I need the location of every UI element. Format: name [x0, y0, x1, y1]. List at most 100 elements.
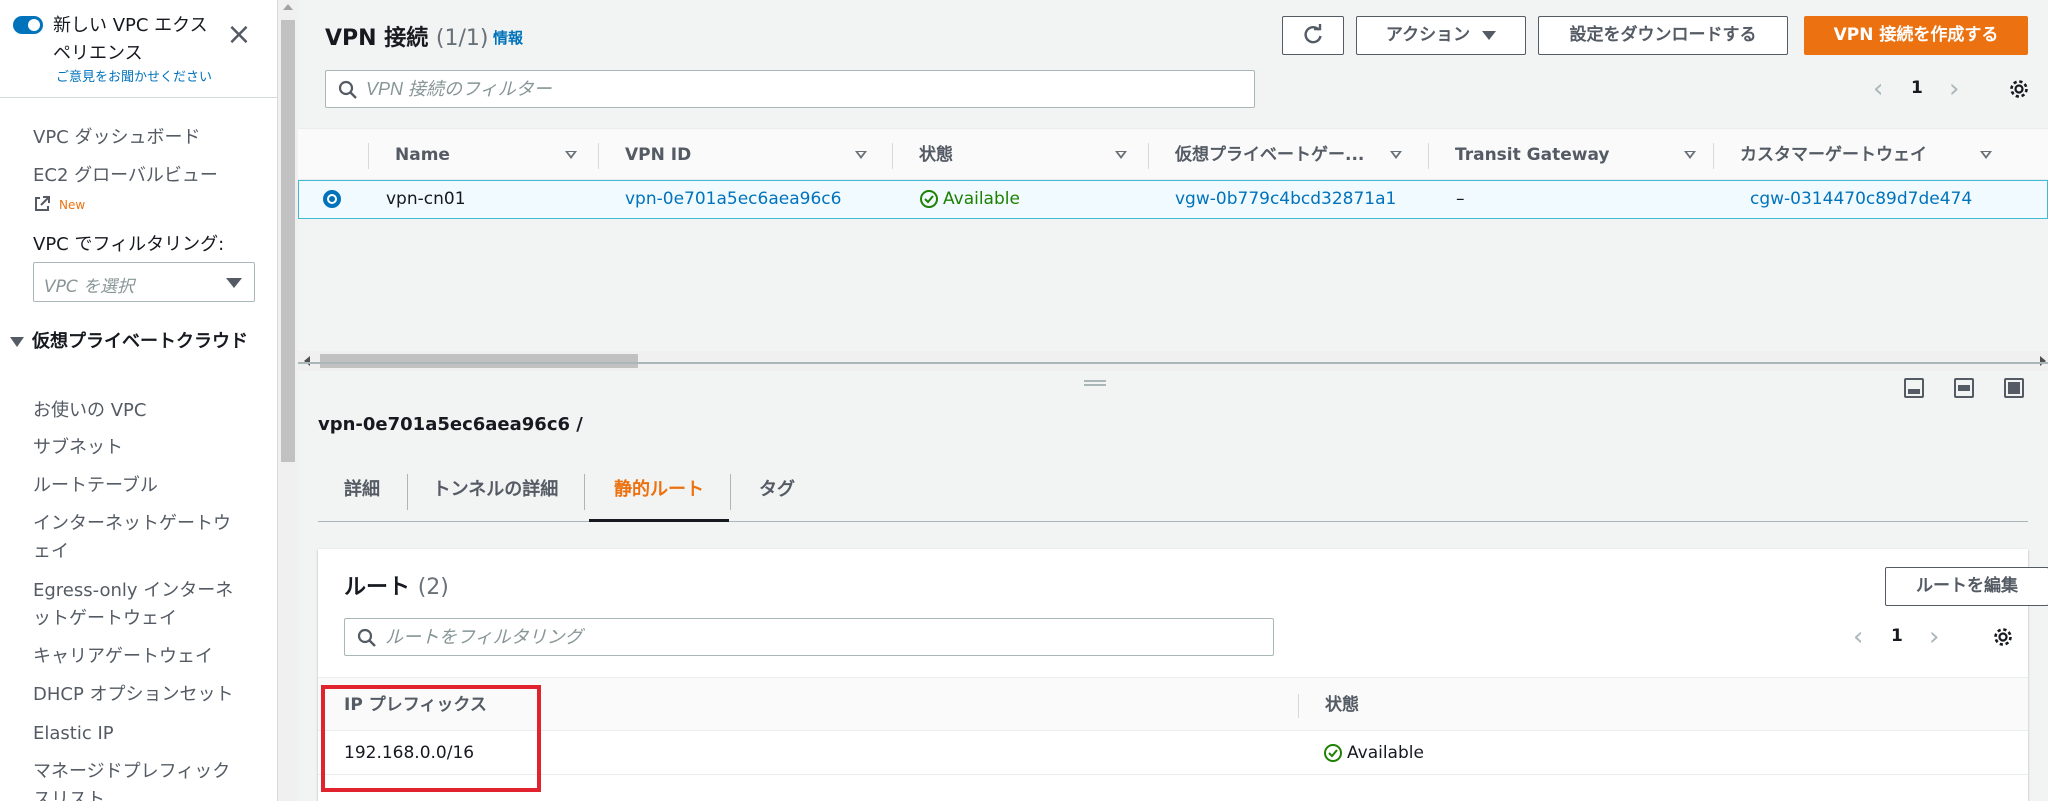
- sidebar-header: 新しい VPC エクスペリエンス ご意見をお聞かせください ×: [0, 0, 277, 98]
- sidebar-item-managed-prefix-lists[interactable]: マネージドプレフィックスリスト: [33, 758, 243, 801]
- download-config-button[interactable]: 設定をダウンロードする: [1538, 16, 1788, 55]
- vpc-select[interactable]: VPC を選択: [33, 262, 255, 302]
- sidebar-item-your-vpcs[interactable]: お使いの VPC: [33, 397, 243, 425]
- detail-tabs: 詳細 トンネルの詳細 静的ルート タグ: [318, 462, 2028, 522]
- column-header-customer-gateway[interactable]: カスタマーゲートウェイ: [1740, 129, 2010, 181]
- sidebar-item-ec2-global-view[interactable]: EC2 グローバルビュー New: [33, 162, 243, 219]
- cell-name: vpn-cn01: [386, 189, 466, 209]
- sidebar-item-route-tables[interactable]: ルートテーブル: [33, 472, 243, 500]
- next-page-icon[interactable]: ›: [1949, 74, 1959, 104]
- tab-divider: [730, 474, 731, 510]
- sidebar-section-title: 仮想プライベートクラウド: [32, 331, 248, 352]
- feedback-link[interactable]: ご意見をお聞かせください: [56, 66, 212, 85]
- sidebar-item-carrier-gateways[interactable]: キャリアゲートウェイ: [33, 643, 243, 671]
- scroll-right-icon[interactable]: [2040, 356, 2046, 366]
- table-row: 192.168.0.0/16 Available: [318, 731, 2028, 775]
- column-header-state[interactable]: 状態: [1325, 678, 1359, 732]
- tab-divider: [584, 474, 585, 510]
- cell-transit-gateway: –: [1456, 189, 1465, 209]
- cell-vpn-id-link[interactable]: vpn-0e701a5ec6aea96c6: [625, 181, 841, 218]
- sidebar-item-elastic-ip[interactable]: Elastic IP: [33, 720, 243, 748]
- tab-tags[interactable]: タグ: [732, 462, 822, 522]
- split-full-icon[interactable]: [2004, 378, 2024, 398]
- drag-handle-icon[interactable]: [1084, 380, 1106, 386]
- main-content: VPN 接続 (1/1) 情報 アクション 設定をダウンロードする VPN 接続…: [298, 0, 2048, 801]
- table-row[interactable]: vpn-cn01 vpn-0e701a5ec6aea96c6 Available…: [298, 180, 2048, 219]
- page-title: VPN 接続 (1/1): [325, 20, 488, 52]
- prev-page-icon[interactable]: ‹: [1853, 622, 1863, 652]
- edit-routes-button[interactable]: ルートを編集: [1885, 567, 2048, 606]
- column-header-transit-gateway[interactable]: Transit Gateway: [1455, 129, 1705, 181]
- gear-icon[interactable]: [2008, 78, 2030, 100]
- sort-icon: [1390, 151, 1402, 159]
- close-icon[interactable]: ×: [224, 20, 254, 50]
- tab-static-routes[interactable]: 静的ルート: [589, 462, 729, 522]
- routes-filter-input[interactable]: [385, 625, 1263, 649]
- split-middle-icon[interactable]: [1954, 378, 1974, 398]
- routes-count: (2): [417, 575, 449, 600]
- title-text: VPN 接続: [325, 26, 429, 51]
- sidebar-scrollbar[interactable]: [278, 0, 298, 801]
- routes-table-header: IP プレフィックス 状態: [318, 677, 2028, 731]
- vpn-filter-search[interactable]: [325, 70, 1255, 108]
- column-header-state[interactable]: 状態: [919, 129, 1149, 181]
- column-label: VPN ID: [625, 145, 692, 165]
- column-label: Transit Gateway: [1455, 145, 1610, 165]
- cell-route-state: Available: [1323, 731, 1424, 775]
- cell-state-text: Available: [1347, 743, 1424, 763]
- split-panel-divider[interactable]: [298, 362, 2048, 364]
- collapse-caret-icon: [10, 337, 24, 347]
- page-number[interactable]: 1: [1891, 626, 1903, 646]
- page-number[interactable]: 1: [1911, 78, 1923, 98]
- column-header-vgw[interactable]: 仮想プライベートゲー...: [1175, 129, 1415, 181]
- sidebar-section-vpc[interactable]: 仮想プライベートクラウド: [10, 328, 250, 356]
- cell-cgw-link[interactable]: cgw-0314470c89d7de474: [1750, 181, 1972, 218]
- sidebar-item-egress-only-igw[interactable]: Egress-only インターネットゲートウェイ: [33, 577, 243, 633]
- scroll-up-icon[interactable]: [283, 4, 293, 10]
- tab-details[interactable]: 詳細: [318, 462, 406, 522]
- info-link[interactable]: 情報: [493, 27, 523, 48]
- cell-state-text: Available: [943, 189, 1020, 209]
- split-bottom-icon[interactable]: [1904, 378, 1924, 398]
- vpn-filter-input[interactable]: [366, 77, 1244, 101]
- column-label: 状態: [919, 145, 953, 165]
- sidebar-item-subnets[interactable]: サブネット: [33, 434, 243, 462]
- search-icon: [338, 80, 357, 99]
- column-label: Name: [395, 145, 450, 165]
- column-divider: [598, 143, 599, 169]
- column-divider: [1428, 143, 1429, 169]
- row-select-radio[interactable]: [323, 190, 341, 208]
- prev-page-icon[interactable]: ‹: [1873, 74, 1883, 104]
- create-vpn-connection-button[interactable]: VPN 接続を作成する: [1804, 16, 2028, 55]
- sidebar-item-dhcp-options[interactable]: DHCP オプションセット: [33, 681, 243, 709]
- column-label: 仮想プライベートゲー...: [1175, 145, 1365, 165]
- column-header-name[interactable]: Name: [395, 129, 595, 181]
- scroll-left-icon[interactable]: [304, 356, 310, 366]
- table-horizontal-scrollbar[interactable]: [298, 351, 2048, 371]
- refresh-icon: [1304, 24, 1322, 44]
- new-experience-toggle[interactable]: [13, 16, 43, 34]
- column-label: カスタマーゲートウェイ: [1740, 145, 1927, 165]
- routes-filter-search[interactable]: [344, 618, 1274, 656]
- actions-label: アクション: [1385, 25, 1471, 45]
- vpn-connections-panel: VPN 接続 (1/1) 情報 アクション 設定をダウンロードする VPN 接続…: [298, 0, 2048, 371]
- cell-vgw-link[interactable]: vgw-0b779c4bcd32871a1: [1175, 181, 1396, 218]
- actions-button[interactable]: アクション: [1356, 16, 1526, 55]
- check-circle-icon: [1324, 744, 1342, 762]
- column-header-vpn-id[interactable]: VPN ID: [625, 129, 885, 181]
- refresh-button[interactable]: [1282, 16, 1344, 55]
- new-badge: New: [59, 198, 86, 212]
- sort-icon: [1980, 151, 1992, 159]
- vpc-filter-label: VPC でフィルタリング:: [33, 234, 225, 255]
- scrollbar-thumb[interactable]: [281, 20, 295, 462]
- caret-down-icon: [226, 278, 242, 288]
- next-page-icon[interactable]: ›: [1929, 622, 1939, 652]
- column-divider: [1298, 694, 1299, 718]
- scrollbar-thumb[interactable]: [320, 354, 638, 368]
- column-divider: [892, 143, 893, 169]
- gear-icon[interactable]: [1992, 626, 2014, 648]
- sidebar-item-vpc-dashboard[interactable]: VPC ダッシュボード: [33, 124, 243, 152]
- cell-state: Available: [919, 181, 1020, 218]
- sidebar-item-internet-gateways[interactable]: インターネットゲートウェイ: [33, 510, 243, 566]
- tab-tunnel-details[interactable]: トンネルの詳細: [408, 462, 583, 522]
